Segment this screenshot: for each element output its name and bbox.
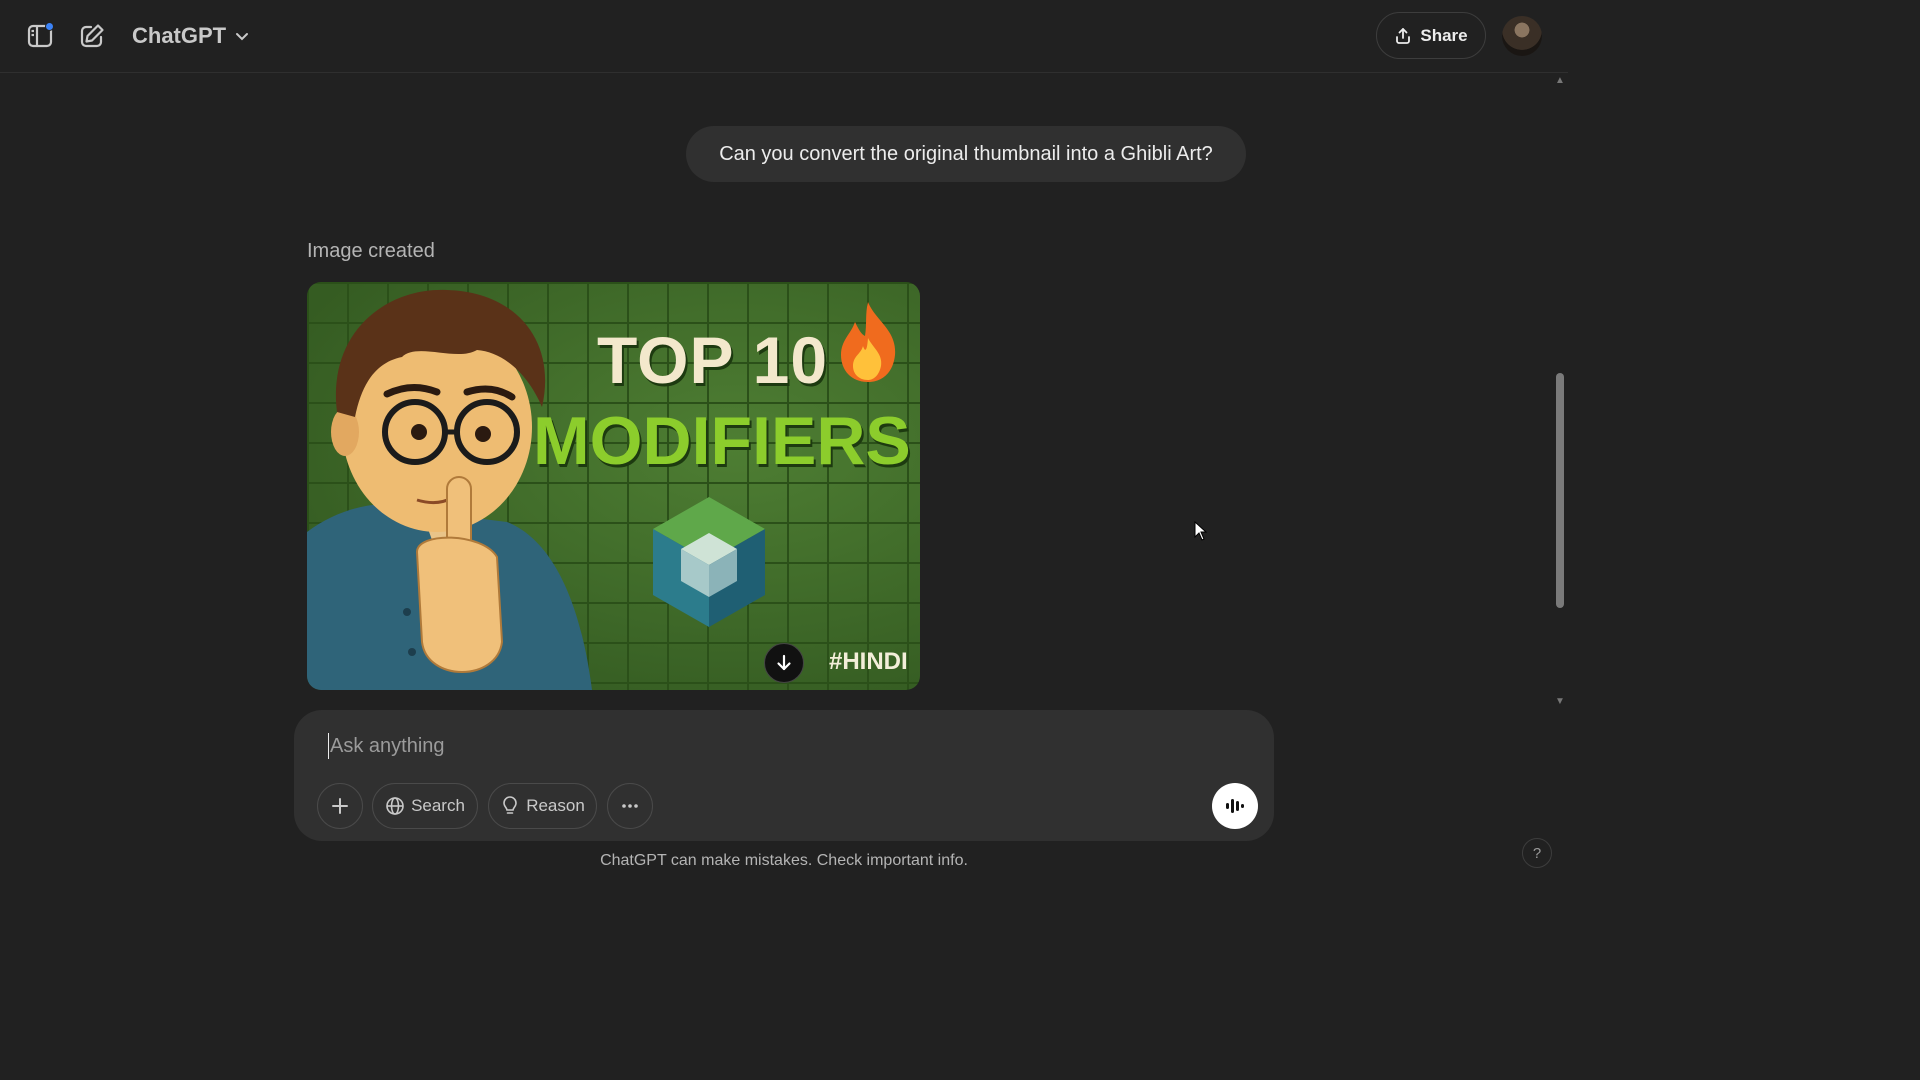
help-button[interactable]: ? xyxy=(1522,838,1552,868)
notification-dot xyxy=(45,22,54,31)
user-avatar[interactable] xyxy=(1502,16,1542,56)
more-horizontal-icon xyxy=(622,804,638,808)
attach-button[interactable] xyxy=(317,783,363,829)
image-created-status: Image created xyxy=(307,240,435,262)
top-bar: ChatGPT Share xyxy=(0,0,1568,73)
scroll-up-arrow[interactable]: ▲ xyxy=(1554,76,1566,86)
character-illustration xyxy=(307,289,592,690)
mouse-cursor-icon xyxy=(1194,521,1208,541)
arrow-down-icon xyxy=(777,654,791,671)
user-message-text: Can you convert the original thumbnail i… xyxy=(719,142,1213,165)
sidebar-toggle-button[interactable] xyxy=(22,18,58,54)
new-chat-button[interactable] xyxy=(74,18,110,54)
scrollbar-thumb[interactable] xyxy=(1556,373,1564,608)
reason-label: Reason xyxy=(526,796,585,815)
model-selector[interactable]: ChatGPT xyxy=(124,18,258,54)
lightbulb-icon xyxy=(503,796,517,814)
voice-mode-button[interactable] xyxy=(1212,783,1258,829)
share-label: Share xyxy=(1420,25,1468,45)
thumbnail-subtitle: MODIFIERS xyxy=(533,403,911,479)
text-caret xyxy=(328,733,329,759)
edit-icon xyxy=(80,24,104,48)
flame-icon xyxy=(841,302,896,382)
message-input[interactable] xyxy=(328,728,1188,764)
cube-logo-icon xyxy=(653,497,765,627)
generated-image[interactable]: TOP 10 MODIFIERS #HINDI xyxy=(307,282,920,690)
voice-waveform-icon xyxy=(1226,799,1244,813)
chevron-down-icon xyxy=(236,33,249,41)
search-button[interactable]: Search xyxy=(372,783,478,829)
thumbnail-title: TOP 10 xyxy=(597,323,829,397)
scroll-down-arrow[interactable]: ▼ xyxy=(1554,697,1566,707)
plus-icon xyxy=(332,798,348,814)
thumbnail-hashtag: #HINDI xyxy=(829,648,908,675)
globe-icon xyxy=(386,797,404,815)
search-label: Search xyxy=(411,796,465,815)
reason-button[interactable]: Reason xyxy=(488,783,597,829)
user-message: Can you convert the original thumbnail i… xyxy=(686,126,1246,182)
more-tools-button[interactable] xyxy=(607,783,653,829)
model-name: ChatGPT xyxy=(132,23,227,48)
share-icon xyxy=(1396,27,1411,44)
download-image-button[interactable] xyxy=(764,643,804,683)
share-button[interactable]: Share xyxy=(1376,12,1486,59)
disclaimer-text: ChatGPT can make mistakes. Check importa… xyxy=(600,852,968,869)
